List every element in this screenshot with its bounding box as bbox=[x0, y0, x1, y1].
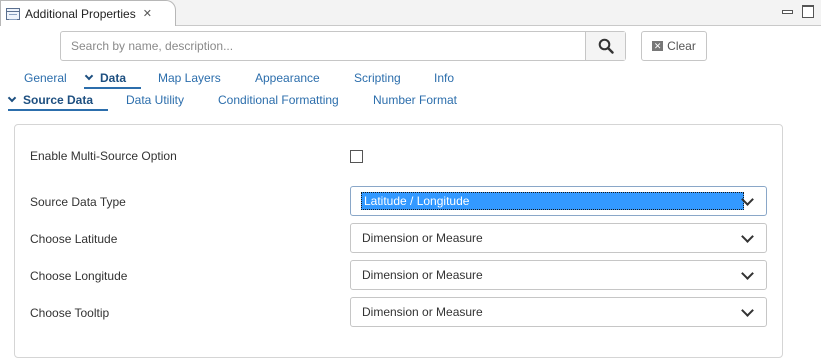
properties-view-icon bbox=[6, 7, 20, 20]
tab-appearance[interactable]: Appearance bbox=[255, 71, 320, 85]
multi-source-checkbox[interactable] bbox=[350, 150, 363, 163]
search-button[interactable] bbox=[585, 32, 625, 60]
tab-data-underline bbox=[84, 87, 141, 89]
longitude-value: Dimension or Measure bbox=[362, 268, 483, 282]
latitude-label: Choose Latitude bbox=[30, 232, 118, 246]
tab-data-label: Data bbox=[100, 71, 127, 85]
close-icon[interactable]: ✕ bbox=[143, 7, 152, 20]
tab-general[interactable]: General bbox=[24, 71, 67, 85]
tab-scripting[interactable]: Scripting bbox=[354, 71, 401, 85]
view-tab-bar: Additional Properties ✕ bbox=[0, 0, 821, 26]
subtab-number-format[interactable]: Number Format bbox=[373, 93, 457, 107]
tab-info[interactable]: Info bbox=[434, 71, 454, 85]
maximize-icon[interactable] bbox=[801, 4, 815, 18]
tooltip-label: Choose Tooltip bbox=[30, 306, 110, 320]
latitude-select[interactable]: Dimension or Measure bbox=[350, 223, 767, 253]
tab-map-layers[interactable]: Map Layers bbox=[158, 71, 221, 85]
view-tab-additional-properties[interactable]: Additional Properties ✕ bbox=[0, 0, 176, 26]
search-input[interactable] bbox=[61, 32, 585, 60]
subtab-data-utility[interactable]: Data Utility bbox=[126, 93, 184, 107]
view-tab-title: Additional Properties bbox=[25, 6, 136, 21]
subtab-source-data-label: Source Data bbox=[23, 93, 94, 107]
tab-data[interactable]: Data bbox=[84, 71, 127, 85]
clear-label: Clear bbox=[667, 39, 696, 53]
subtab-conditional-formatting[interactable]: Conditional Formatting bbox=[218, 93, 339, 107]
clear-button[interactable]: ✕ Clear bbox=[641, 31, 707, 61]
source-data-type-value: Latitude / Longitude bbox=[361, 192, 744, 210]
longitude-label: Choose Longitude bbox=[30, 269, 128, 283]
chevron-down-icon bbox=[84, 71, 94, 81]
search-box bbox=[60, 31, 626, 61]
minimize-icon[interactable] bbox=[780, 4, 794, 18]
source-data-type-select[interactable]: Latitude / Longitude bbox=[350, 186, 767, 216]
subtab-source-data[interactable]: Source Data bbox=[7, 93, 94, 107]
source-data-type-label: Source Data Type bbox=[30, 195, 126, 209]
subtab-source-data-underline bbox=[8, 109, 108, 111]
tooltip-value: Dimension or Measure bbox=[362, 305, 483, 319]
latitude-value: Dimension or Measure bbox=[362, 231, 483, 245]
search-icon bbox=[598, 38, 614, 54]
multi-source-label: Enable Multi-Source Option bbox=[30, 149, 177, 163]
tooltip-select[interactable]: Dimension or Measure bbox=[350, 297, 767, 327]
longitude-select[interactable]: Dimension or Measure bbox=[350, 260, 767, 290]
chevron-down-icon bbox=[7, 93, 17, 103]
clear-icon: ✕ bbox=[652, 41, 664, 51]
